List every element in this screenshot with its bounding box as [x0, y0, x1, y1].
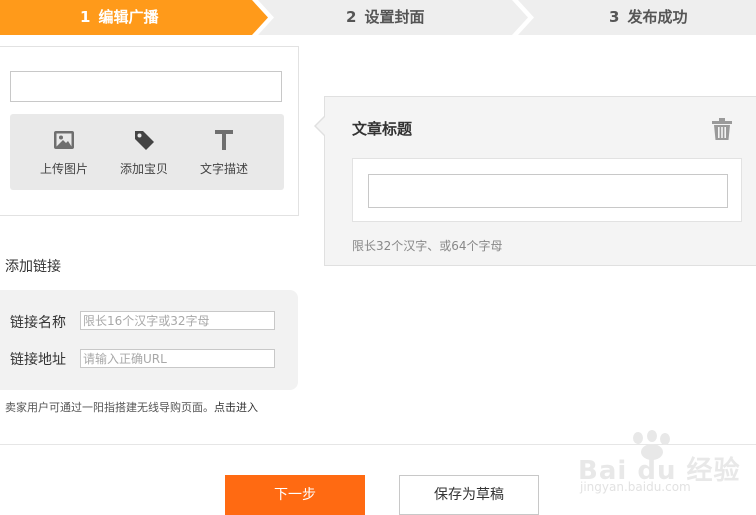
step-number: 3 [609, 8, 620, 26]
step-progress-bar: 1 编辑广播 2 设置封面 3 发布成功 [0, 0, 756, 35]
step-2: 2 设置封面 [346, 0, 424, 35]
save-draft-button[interactable]: 保存为草稿 [399, 475, 539, 515]
article-title-input[interactable] [368, 174, 728, 208]
click-enter-link[interactable]: 点击进入 [214, 401, 258, 414]
link-form: 链接名称 链接地址 [0, 290, 298, 390]
seller-note: 卖家用户可通过一阳指搭建无线导购页面。点击进入 [5, 399, 258, 415]
step-label: 编辑广播 [98, 8, 159, 26]
link-name-input[interactable] [80, 311, 275, 330]
add-item-label: 添加宝贝 [119, 162, 168, 176]
text-description-button[interactable]: 文字描述 [184, 114, 264, 190]
step-number: 1 [80, 8, 91, 26]
title-limit-note: 限长32个汉字、或64个字母 [352, 239, 503, 253]
image-icon [54, 131, 74, 149]
step-3: 3 发布成功 [609, 0, 687, 35]
trash-icon[interactable] [711, 117, 733, 141]
add-link-title: 添加链接 [5, 259, 61, 275]
link-url-label: 链接地址 [10, 352, 66, 368]
add-item-button[interactable]: 添加宝贝 [104, 114, 184, 190]
step-label: 发布成功 [627, 8, 688, 26]
next-step-button[interactable]: 下一步 [225, 475, 365, 515]
baidu-watermark: Bai du 经验 jingyan.baidu.com [578, 430, 748, 496]
article-title-label: 文章标题 [352, 120, 413, 138]
text-icon [215, 130, 233, 150]
step-1: 1 编辑广播 [80, 0, 158, 35]
upload-image-button[interactable]: 上传图片 [24, 114, 104, 190]
panel-pointer-inner [316, 117, 325, 135]
title-input-wrapper [352, 158, 742, 222]
editor-toolbar: 上传图片 添加宝贝 文字描述 [10, 114, 284, 190]
upload-image-label: 上传图片 [39, 162, 88, 176]
watermark-url: jingyan.baidu.com [580, 480, 691, 494]
article-title-panel: 文章标题 限长32个汉字、或64个字母 [324, 96, 756, 266]
text-description-label: 文字描述 [199, 162, 248, 176]
tag-icon [135, 131, 154, 150]
step-number: 2 [346, 8, 357, 26]
content-input[interactable] [10, 71, 282, 102]
seller-note-text: 卖家用户可通过一阳指搭建无线导购页面。 [5, 401, 214, 414]
step-label: 设置封面 [364, 8, 425, 26]
editor-panel: 上传图片 添加宝贝 文字描述 [0, 46, 299, 216]
link-url-input[interactable] [80, 349, 275, 368]
link-name-label: 链接名称 [10, 315, 66, 331]
